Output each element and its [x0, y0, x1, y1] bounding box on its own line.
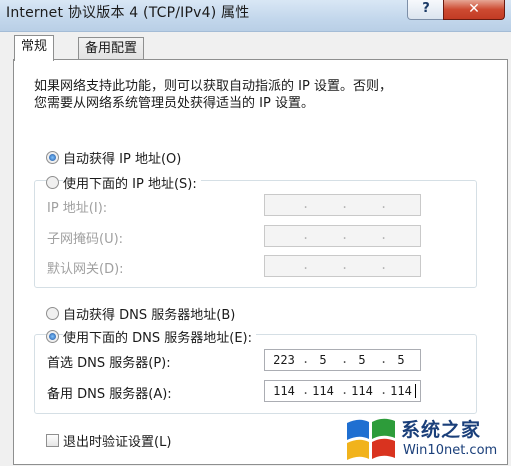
alternate-dns-octet-4: 114 — [390, 384, 412, 398]
title-bar[interactable]: Internet 协议版本 4 (TCP/IPv4) 属性 ? ✕ — [0, 0, 511, 32]
auto-ip-label[interactable]: 自动获得 IP 地址(O) — [63, 148, 181, 167]
alternate-dns-field[interactable]: 114 . 114 . 114 . 114 — [264, 380, 421, 402]
text-caret — [415, 384, 416, 398]
description-line-2: 您需要从网络系统管理员处获得适当的 IP 设置。 — [34, 96, 314, 111]
tab-alternate-config[interactable]: 备用配置 — [78, 37, 145, 60]
watermark-url: Win10net.com — [403, 443, 498, 458]
alternate-dns-label: 备用 DNS 服务器(A): — [47, 387, 172, 402]
preferred-dns-octet-4: 5 — [397, 353, 405, 367]
tab-general[interactable]: 常规 — [14, 35, 55, 61]
window-title: Internet 协议版本 4 (TCP/IPv4) 属性 — [6, 5, 250, 21]
default-gateway-field[interactable]: ... — [264, 255, 421, 277]
preferred-dns-field[interactable]: 223 . 5 . 5 . 5 — [264, 349, 421, 371]
alternate-dns-octet-2: 114 — [312, 384, 334, 398]
manual-ip-radio[interactable] — [46, 176, 59, 189]
subnet-mask-field[interactable]: ... — [264, 225, 421, 247]
auto-dns-label[interactable]: 自动获得 DNS 服务器地址(B) — [63, 304, 235, 323]
manual-dns-radio[interactable] — [46, 330, 59, 343]
auto-ip-radio[interactable] — [46, 151, 59, 164]
validate-on-exit-checkbox[interactable] — [46, 434, 59, 447]
preferred-dns-label: 首选 DNS 服务器(P): — [47, 356, 171, 371]
manual-dns-label[interactable]: 使用下面的 DNS 服务器地址(E): — [63, 327, 256, 346]
validate-on-exit-label[interactable]: 退出时验证设置(L) — [63, 431, 171, 450]
preferred-dns-octet-3: 5 — [358, 353, 366, 367]
radio-selected-dot — [49, 154, 56, 161]
ip-address-label: IP 地址(I): — [47, 201, 108, 216]
windows-logo-icon — [347, 418, 395, 460]
auto-dns-radio[interactable] — [46, 307, 59, 320]
preferred-dns-octet-1: 223 — [273, 353, 295, 367]
preferred-dns-octet-2: 5 — [319, 353, 327, 367]
alternate-dns-octet-3: 114 — [351, 384, 373, 398]
alternate-dns-octet-1: 114 — [273, 384, 295, 398]
default-gateway-label: 默认网关(D): — [47, 262, 124, 277]
subnet-mask-label: 子网掩码(U): — [47, 232, 124, 247]
help-button[interactable]: ? — [407, 0, 445, 20]
manual-ip-label[interactable]: 使用下面的 IP 地址(S): — [63, 173, 201, 192]
watermark: 系统之家 Win10net.com — [341, 413, 511, 465]
watermark-title: 系统之家 — [401, 419, 482, 441]
radio-selected-dot — [49, 333, 56, 340]
dns-settings-group — [34, 334, 477, 414]
ip-address-field[interactable]: ... — [264, 194, 421, 216]
close-button[interactable]: ✕ — [443, 0, 505, 20]
